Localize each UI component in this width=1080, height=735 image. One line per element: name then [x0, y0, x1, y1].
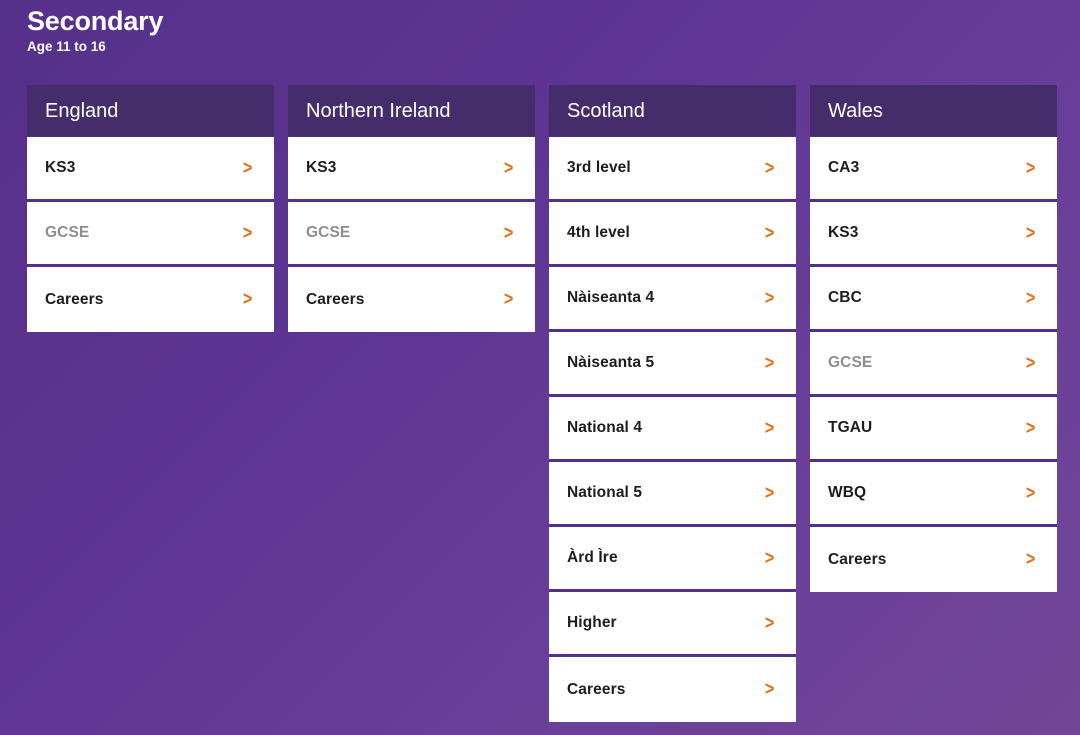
- column-header-label: Scotland: [567, 101, 645, 121]
- list-item-label: Àrd Ìre: [567, 550, 618, 566]
- list-item-label: WBQ: [828, 485, 866, 501]
- list-item-label: Higher: [567, 615, 617, 631]
- list-item[interactable]: Higher >: [549, 592, 796, 657]
- chevron-right-icon: >: [1026, 484, 1035, 503]
- list-item-label: Careers: [45, 292, 103, 308]
- nation-column-northern-ireland: Northern Ireland KS3 > GCSE > Careers >: [288, 85, 535, 332]
- column-item-list: KS3 > GCSE > Careers >: [27, 137, 274, 332]
- list-item-label: National 5: [567, 485, 642, 501]
- list-item[interactable]: 3rd level >: [549, 137, 796, 202]
- list-item[interactable]: National 5 >: [549, 462, 796, 527]
- chevron-right-icon: >: [765, 484, 774, 503]
- column-header-label: England: [45, 101, 118, 121]
- chevron-right-icon: >: [243, 159, 252, 178]
- list-item[interactable]: KS3 >: [288, 137, 535, 202]
- list-item[interactable]: Nàiseanta 4 >: [549, 267, 796, 332]
- chevron-right-icon: >: [1026, 224, 1035, 243]
- chevron-right-icon: >: [504, 224, 513, 243]
- list-item-label: Careers: [828, 552, 886, 568]
- chevron-right-icon: >: [765, 224, 774, 243]
- list-item[interactable]: Àrd Ìre >: [549, 527, 796, 592]
- list-item[interactable]: Careers >: [27, 267, 274, 332]
- chevron-right-icon: >: [243, 290, 252, 309]
- list-item[interactable]: Careers >: [549, 657, 796, 722]
- list-item-label: KS3: [45, 160, 75, 176]
- list-item-label: CA3: [828, 160, 859, 176]
- nation-columns: EnglandKS3>GCSE>Careers>Northern Ireland…: [27, 85, 1057, 722]
- list-item[interactable]: KS3 >: [27, 137, 274, 202]
- column-header: Wales: [810, 85, 1057, 137]
- list-item[interactable]: GCSE >: [288, 202, 535, 267]
- chevron-right-icon: >: [765, 289, 774, 308]
- chevron-right-icon: >: [1026, 354, 1035, 373]
- list-item[interactable]: Careers >: [288, 267, 535, 332]
- secondary-phase-page: Secondary Age 11 to 16 EnglandKS3>GCSE>C…: [0, 0, 1080, 735]
- list-item-label: KS3: [306, 160, 336, 176]
- list-item-label: Nàiseanta 4: [567, 290, 654, 306]
- list-item-label: 3rd level: [567, 160, 631, 176]
- chevron-right-icon: >: [765, 614, 774, 633]
- page-subtitle: Age 11 to 16: [27, 39, 1080, 55]
- chevron-right-icon: >: [1026, 289, 1035, 308]
- list-item-label: GCSE: [45, 225, 89, 241]
- list-item-label: KS3: [828, 225, 858, 241]
- chevron-right-icon: >: [765, 680, 774, 699]
- list-item-label: National 4: [567, 420, 642, 436]
- nation-column-wales: Wales CA3 > KS3 > CBC > GCSE > TGAU > WBQ > Careers >: [810, 85, 1057, 592]
- list-item[interactable]: TGAU >: [810, 397, 1057, 462]
- column-header-label: Northern Ireland: [306, 101, 451, 121]
- list-item[interactable]: GCSE >: [810, 332, 1057, 397]
- list-item-label: GCSE: [828, 355, 872, 371]
- chevron-right-icon: >: [765, 159, 774, 178]
- chevron-right-icon: >: [243, 224, 252, 243]
- list-item[interactable]: KS3 >: [810, 202, 1057, 267]
- list-item-label: 4th level: [567, 225, 630, 241]
- column-item-list: CA3 > KS3 > CBC > GCSE > TGAU > WBQ > Careers >: [810, 137, 1057, 592]
- chevron-right-icon: >: [1026, 419, 1035, 438]
- column-header: Scotland: [549, 85, 796, 137]
- list-item[interactable]: GCSE >: [27, 202, 274, 267]
- page-heading: Secondary Age 11 to 16: [0, 0, 1080, 55]
- list-item-label: Nàiseanta 5: [567, 355, 654, 371]
- list-item[interactable]: CA3 >: [810, 137, 1057, 202]
- column-item-list: 3rd level>4th level>Nàiseanta 4>Nàiseant…: [549, 137, 796, 722]
- chevron-right-icon: >: [1026, 550, 1035, 569]
- list-item-label: GCSE: [306, 225, 350, 241]
- column-item-list: KS3 > GCSE > Careers >: [288, 137, 535, 332]
- chevron-right-icon: >: [765, 549, 774, 568]
- chevron-right-icon: >: [504, 159, 513, 178]
- chevron-right-icon: >: [765, 419, 774, 438]
- list-item[interactable]: Careers >: [810, 527, 1057, 592]
- list-item-label: Careers: [567, 682, 625, 698]
- list-item[interactable]: National 4 >: [549, 397, 796, 462]
- column-header: Northern Ireland: [288, 85, 535, 137]
- nation-column-england: England KS3 > GCSE > Careers >: [27, 85, 274, 332]
- chevron-right-icon: >: [1026, 159, 1035, 178]
- list-item[interactable]: CBC >: [810, 267, 1057, 332]
- list-item[interactable]: WBQ >: [810, 462, 1057, 527]
- chevron-right-icon: >: [504, 290, 513, 309]
- column-header-label: Wales: [828, 101, 883, 121]
- column-header: England: [27, 85, 274, 137]
- list-item-label: Careers: [306, 292, 364, 308]
- nation-column-scotland: Scotland 3rd level >4th level > Nàiseanta 4 >…: [549, 85, 796, 722]
- chevron-right-icon: >: [765, 354, 774, 373]
- list-item[interactable]: Nàiseanta 5 >: [549, 332, 796, 397]
- page-title: Secondary: [27, 6, 1080, 37]
- list-item-label: TGAU: [828, 420, 872, 436]
- list-item[interactable]: 4th level >: [549, 202, 796, 267]
- list-item-label: CBC: [828, 290, 862, 306]
